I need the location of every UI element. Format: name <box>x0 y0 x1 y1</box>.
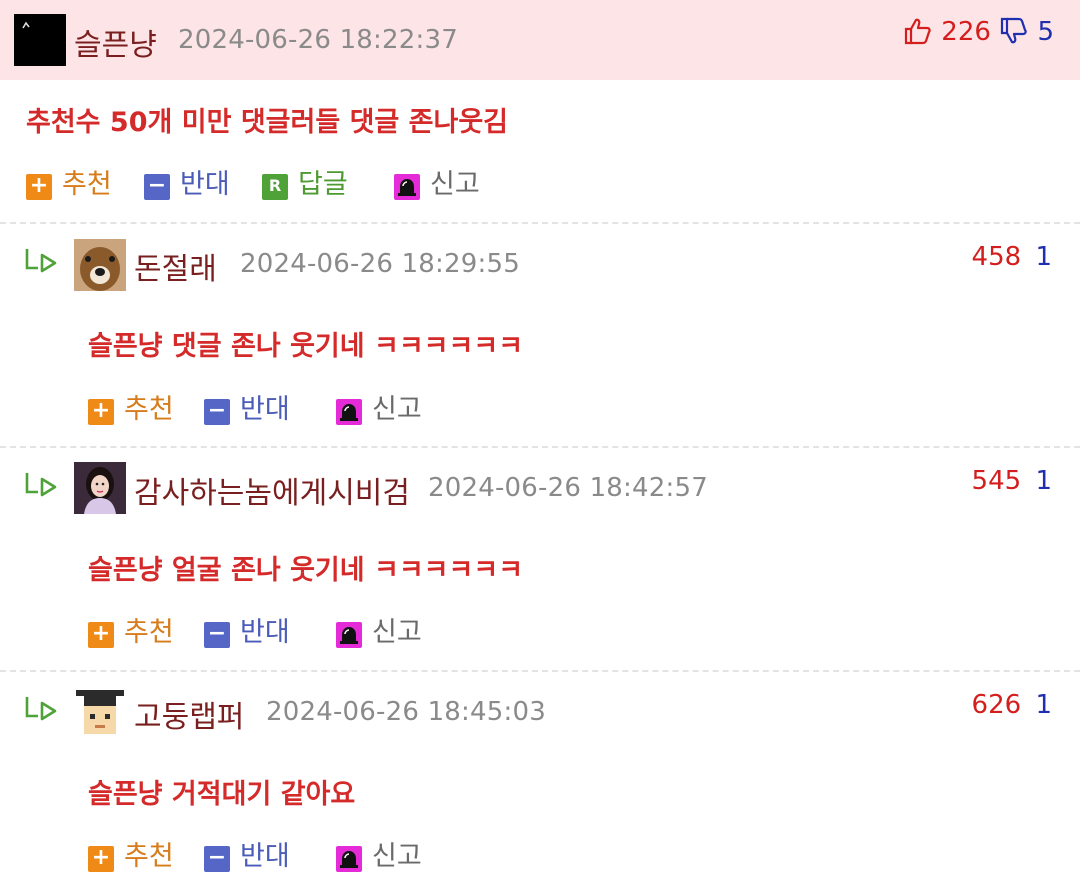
report-label: 신고 <box>372 617 422 648</box>
avatar-image <box>74 686 126 738</box>
comment-text: 슬픈냥 댓글 존나 웃기네 ㅋㅋㅋㅋㅋㅋ <box>88 331 524 362</box>
plus-icon: + <box>26 174 52 200</box>
reply-comment: 감사하는놈에게시비검 2024-06-26 18:42:57 545 1 슬픈냥… <box>0 448 1080 672</box>
siren-icon <box>336 846 362 872</box>
reply-comment: 돈절래 2024-06-26 18:29:55 458 1 슬픈냥 댓글 존나 … <box>0 224 1080 448</box>
downvote-count: 5 <box>1037 17 1054 47</box>
siren-icon <box>394 174 420 200</box>
comment-date: 2024-06-26 18:29:55 <box>240 249 520 279</box>
downvote-count: 1 <box>1035 242 1052 272</box>
avatar[interactable] <box>14 14 66 66</box>
minus-icon: − <box>144 174 170 200</box>
reply-arrow-icon <box>24 246 60 276</box>
thumbs-down-icon[interactable] <box>999 16 1029 46</box>
nickname[interactable]: 감사하는놈에게시비검 <box>134 468 410 512</box>
avatar-image <box>14 14 66 66</box>
reply-r-icon: R <box>262 174 288 200</box>
oppose-label: 반대 <box>240 841 290 872</box>
vote-counts: 226 5 <box>903 16 1054 47</box>
avatar[interactable] <box>74 686 126 738</box>
oppose-label: 반대 <box>180 169 230 200</box>
minus-icon: − <box>204 846 230 872</box>
report-label: 신고 <box>372 841 422 872</box>
comment-date: 2024-06-26 18:45:03 <box>266 697 546 727</box>
siren-icon <box>336 399 362 425</box>
comment-actions: + 추천 − 반대 신고 <box>88 840 448 874</box>
comment-actions: + 추천 − 반대 신고 <box>88 393 448 427</box>
vote-counts: 545 1 <box>972 466 1052 496</box>
nickname[interactable]: 슬픈냥 <box>74 20 157 64</box>
comment-thread: 슬픈냥 2024-06-26 18:22:37 226 5 추천수 50개 미만… <box>0 0 1080 893</box>
comment-date: 2024-06-26 18:42:57 <box>428 473 708 503</box>
upvote-count: 626 <box>971 690 1022 720</box>
top-comment: 슬픈냥 2024-06-26 18:22:37 226 5 추천수 50개 미만… <box>0 0 1080 224</box>
comment-actions: + 추천 − 반대 신고 <box>88 616 448 650</box>
comment-text: 슬픈냥 얼굴 존나 웃기네 ㅋㅋㅋㅋㅋㅋ <box>88 555 524 586</box>
thumbs-up-icon[interactable] <box>903 16 933 46</box>
nickname[interactable]: 돈절래 <box>134 244 217 288</box>
siren-icon <box>336 622 362 648</box>
vote-counts: 458 1 <box>972 242 1052 272</box>
recommend-label: 추천 <box>124 841 174 872</box>
nickname[interactable]: 고둥랩퍼 <box>134 692 244 736</box>
upvote-count: 458 <box>971 242 1022 272</box>
vote-counts: 626 1 <box>972 690 1052 720</box>
recommend-label: 추천 <box>124 617 174 648</box>
comment-text: 슬픈냥 거적대기 같아요 <box>88 779 356 810</box>
avatar-image <box>74 239 126 291</box>
reply-arrow-icon <box>24 694 60 724</box>
report-label: 신고 <box>372 394 422 425</box>
oppose-label: 반대 <box>240 394 290 425</box>
reply-comment: 고둥랩퍼 2024-06-26 18:45:03 626 1 슬픈냥 거적대기 … <box>0 672 1080 893</box>
recommend-label: 추천 <box>124 394 174 425</box>
minus-icon: − <box>204 622 230 648</box>
comment-actions: + 추천 − 반대 R 답글 신고 <box>26 168 506 202</box>
report-label: 신고 <box>430 169 480 200</box>
comment-date: 2024-06-26 18:22:37 <box>178 25 458 55</box>
upvote-count: 226 <box>941 17 991 47</box>
minus-icon: − <box>204 399 230 425</box>
oppose-label: 반대 <box>240 617 290 648</box>
reply-label: 답글 <box>298 169 348 200</box>
plus-icon: + <box>88 846 114 872</box>
plus-icon: + <box>88 622 114 648</box>
recommend-label: 추천 <box>62 169 112 200</box>
avatar-image <box>74 462 126 514</box>
plus-icon: + <box>88 399 114 425</box>
upvote-count: 545 <box>971 466 1022 496</box>
comment-text: 추천수 50개 미만 댓글러들 댓글 존나웃김 <box>26 107 509 138</box>
downvote-count: 1 <box>1035 690 1052 720</box>
top-comment-header: 슬픈냥 2024-06-26 18:22:37 226 5 <box>0 0 1080 80</box>
downvote-count: 1 <box>1035 466 1052 496</box>
avatar[interactable] <box>74 239 126 291</box>
reply-arrow-icon <box>24 470 60 500</box>
avatar[interactable] <box>74 462 126 514</box>
